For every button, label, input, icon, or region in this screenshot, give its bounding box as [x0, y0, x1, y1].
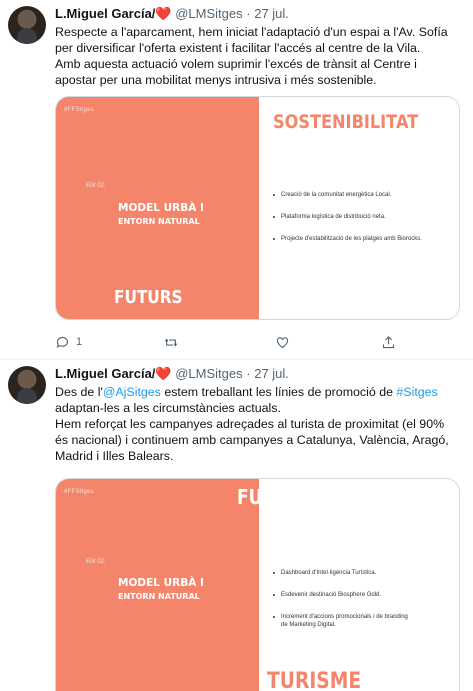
card-model-line1: MODEL URBÀ I [118, 202, 204, 214]
card-bullet-list: Creació de la comunitat energètica Local… [273, 191, 422, 257]
separator: · [246, 6, 251, 21]
tweet-paragraph: Des de l'@AjSitges estem treballant les … [55, 384, 460, 416]
reply-button[interactable]: 1 [55, 334, 82, 350]
tweet-paragraph: Hem reforçat les campanyes adreçades al … [55, 417, 449, 463]
card-model-title: MODEL URBÀ I ENTORN NATURAL [118, 576, 218, 604]
card-bullet: Increment d'accions promocionals i de br… [273, 613, 413, 629]
text-segment: estem treballant les línies de promoció … [160, 385, 397, 399]
card-futurs-label: FUTURS [114, 287, 183, 308]
share-button[interactable] [381, 334, 396, 350]
avatar[interactable] [8, 6, 46, 44]
author-name[interactable]: L.Miguel García/ [55, 6, 155, 21]
like-button[interactable] [275, 334, 290, 350]
tweet-date[interactable]: 27 jul. [254, 6, 289, 21]
card-bullet: Plataforma logística de distribució neta… [273, 213, 422, 221]
reply-icon [56, 336, 69, 348]
card-bullet: Projecte d'estabilització de les platges… [273, 235, 422, 243]
card-bullet-list: Dashboard d'Intel·ligència Turística. Es… [273, 569, 413, 643]
card-left-panel: #FFSitges EIX 02. MODEL URBÀ I ENTORN NA… [56, 97, 259, 319]
tweet-header: L.Miguel García/❤️ @LMSitges · 27 jul. [55, 366, 289, 382]
card-bullet: Creació de la comunitat energètica Local… [273, 191, 422, 199]
card-hashtag: #FFSitges [64, 489, 95, 495]
author-handle[interactable]: @LMSitges [175, 6, 242, 21]
tweet-text: Respecte a l'aparcament, hem iniciat l'a… [55, 24, 460, 88]
card-title: SOSTENIBILITAT [273, 111, 419, 133]
tweet-paragraph: Amb aquesta actuació volem suprimir l'ex… [55, 57, 417, 87]
card-bullet: Dashboard d'Intel·ligència Turística. [273, 569, 413, 577]
card-model-line2: ENTORN NATURAL [118, 592, 200, 601]
heart-icon [276, 336, 289, 348]
tweet-paragraph: Respecte a l'aparcament, hem iniciat l'a… [55, 25, 448, 55]
card-model-line1: MODEL URBÀ I [118, 577, 204, 589]
separator: · [246, 366, 251, 381]
text-segment: Des de l' [55, 385, 103, 399]
author-name[interactable]: L.Miguel García/ [55, 366, 155, 381]
card-futurs-label: FUTURS [237, 485, 314, 509]
card-bullet: Esdevenir destinació Biosphere Gold. [273, 591, 413, 599]
tweet[interactable]: L.Miguel García/❤️ @LMSitges · 27 jul. R… [0, 0, 473, 360]
author-handle[interactable]: @LMSitges [175, 366, 242, 381]
card-model-line2: ENTORN NATURAL [118, 217, 200, 226]
tweet-header: L.Miguel García/❤️ @LMSitges · 27 jul. [55, 6, 289, 22]
card-right-panel: FUTURS Dashboard d'Intel·ligència Turíst… [237, 479, 459, 691]
heart-emoji: ❤️ [155, 6, 172, 21]
retweet-icon [164, 337, 178, 347]
card-model-title: MODEL URBÀ I ENTORN NATURAL [118, 201, 218, 229]
hashtag-link[interactable]: #Sitges [396, 385, 437, 399]
retweet-button[interactable] [163, 334, 179, 350]
card-hashtag: #FFSitges [64, 107, 95, 113]
tweet-actions: 1 [55, 334, 460, 350]
card-eix-label: EIX 02. [86, 559, 106, 565]
card-eix-label: EIX 02. [86, 183, 106, 189]
share-icon [382, 335, 395, 348]
card-right-panel: SOSTENIBILITAT Creació de la comunitat e… [259, 97, 459, 319]
avatar[interactable] [8, 366, 46, 404]
tweet-date[interactable]: 27 jul. [254, 366, 289, 381]
mention-link[interactable]: @AjSitges [103, 385, 161, 399]
reply-count: 1 [76, 336, 83, 348]
tweet-text: Des de l'@AjSitges estem treballant les … [55, 384, 460, 464]
tweet-image-card[interactable]: #FFSitges EIX 02. MODEL URBÀ I ENTORN NA… [55, 96, 460, 320]
tweet-image-card[interactable]: #FFSitges EIX 02. MODEL URBÀ I ENTORN NA… [55, 478, 460, 691]
card-left-panel: #FFSitges EIX 02. MODEL URBÀ I ENTORN NA… [56, 479, 259, 691]
heart-emoji: ❤️ [155, 366, 172, 381]
card-title: TURISME [267, 669, 362, 691]
tweet[interactable]: L.Miguel García/❤️ @LMSitges · 27 jul. D… [0, 360, 473, 691]
text-segment: adaptan-les a les circumstàncies actuals… [55, 401, 281, 415]
